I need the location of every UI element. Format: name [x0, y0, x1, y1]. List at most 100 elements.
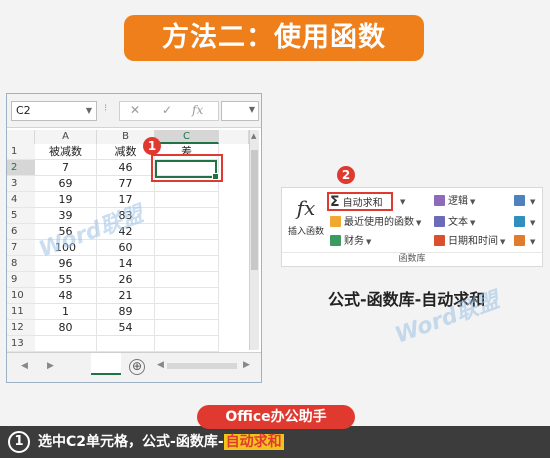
autosum-dropdown-icon[interactable]: ▼: [398, 194, 405, 210]
add-sheet-button[interactable]: ⊕: [129, 359, 145, 375]
name-box[interactable]: C2 ▼: [11, 101, 97, 121]
chevron-down-icon: ▼: [500, 238, 506, 246]
sheet-tab-bar: ◀ ▶ ⊕ ◀ ▶: [7, 352, 261, 382]
chevron-down-icon: ▼: [470, 219, 476, 227]
row-header[interactable]: 8: [7, 256, 35, 272]
cell-b8[interactable]: 14: [97, 256, 155, 272]
horizontal-scrollbar[interactable]: ◀ ▶: [157, 360, 253, 371]
cell-c12[interactable]: [155, 320, 219, 336]
cell-a13[interactable]: [35, 336, 97, 352]
cancel-icon[interactable]: ✕: [130, 103, 140, 117]
cell-b12[interactable]: 54: [97, 320, 155, 336]
cell-b13[interactable]: [97, 336, 155, 352]
math-book-icon: [514, 216, 525, 227]
cell-a3[interactable]: 69: [35, 176, 97, 192]
cell-a2[interactable]: 7: [35, 160, 97, 176]
more-functions-button[interactable]: ▼: [514, 234, 535, 250]
insert-function-button[interactable]: fx 插入函数: [284, 196, 328, 237]
row-header[interactable]: 12: [7, 320, 35, 336]
lookup-book-icon: [514, 195, 525, 206]
text-button[interactable]: 文本 ▼: [434, 215, 475, 231]
datetime-button[interactable]: 日期和时间 ▼: [434, 234, 505, 250]
row-header[interactable]: 10: [7, 288, 35, 304]
row-header[interactable]: 4: [7, 192, 35, 208]
financial-label: 财务: [344, 236, 364, 247]
row-header[interactable]: 11: [7, 304, 35, 320]
row-header[interactable]: 9: [7, 272, 35, 288]
cell-b2[interactable]: 46: [97, 160, 155, 176]
financial-button[interactable]: 财务 ▼: [330, 234, 371, 250]
cell-c4[interactable]: [155, 192, 219, 208]
more-book-icon: [514, 235, 525, 246]
column-header-a[interactable]: A: [35, 130, 97, 144]
cell-b3[interactable]: 77: [97, 176, 155, 192]
cell-c10[interactable]: [155, 288, 219, 304]
scroll-left-icon[interactable]: ◀: [157, 360, 164, 370]
financial-book-icon: [330, 235, 341, 246]
formula-bar: C2 ▼ ⁝ ✕ ✓ fx ▼: [7, 94, 261, 128]
step-highlight: 自动求和: [223, 434, 284, 450]
insert-function-icon[interactable]: fx: [192, 103, 203, 117]
row-header[interactable]: 2: [7, 160, 35, 176]
chevron-down-icon: ▼: [530, 198, 536, 206]
cell-c13[interactable]: [155, 336, 219, 352]
row-header[interactable]: 3: [7, 176, 35, 192]
cell-c9[interactable]: [155, 272, 219, 288]
chevron-down-icon: ▼: [416, 219, 422, 227]
logical-button[interactable]: 逻辑 ▼: [434, 194, 475, 210]
select-all-corner[interactable]: [7, 130, 35, 144]
row-header[interactable]: 1: [7, 144, 35, 160]
datetime-label: 日期和时间: [448, 236, 498, 247]
math-button[interactable]: ▼: [514, 215, 535, 231]
recent-functions-button[interactable]: 最近使用的函数 ▼: [330, 215, 421, 231]
h-scrollbar-thumb[interactable]: [167, 363, 237, 369]
step-number: 1: [8, 431, 30, 453]
fx-icon: fx: [296, 196, 316, 220]
cell-b9[interactable]: 26: [97, 272, 155, 288]
logical-book-icon: [434, 195, 445, 206]
step-instruction-bar: 1 选中C2单元格，公式-函数库- 自动求和: [0, 426, 550, 458]
cell-a4[interactable]: 19: [35, 192, 97, 208]
cell-c6[interactable]: [155, 224, 219, 240]
star-icon: [330, 216, 341, 227]
formula-buttons: ✕ ✓ fx: [119, 101, 219, 121]
cell-b11[interactable]: 89: [97, 304, 155, 320]
scroll-right-icon[interactable]: ▶: [243, 360, 250, 370]
cell-b7[interactable]: 60: [97, 240, 155, 256]
sheet-tab[interactable]: [91, 353, 121, 375]
separator-dots-icon: ⁝: [104, 103, 108, 114]
cell-c7[interactable]: [155, 240, 219, 256]
chevron-down-icon: ▼: [530, 219, 536, 227]
cell-a1[interactable]: 被减数: [35, 144, 97, 160]
column-header-blank[interactable]: [219, 130, 249, 144]
cell-c8[interactable]: [155, 256, 219, 272]
cell-c5[interactable]: [155, 208, 219, 224]
scrollbar-thumb[interactable]: [251, 150, 258, 270]
row-header[interactable]: 6: [7, 224, 35, 240]
step-text: 选中C2单元格，公式-函数库-: [38, 434, 224, 450]
cell-a9[interactable]: 55: [35, 272, 97, 288]
cell-c11[interactable]: [155, 304, 219, 320]
chevron-down-icon: ▼: [470, 198, 476, 206]
row-header[interactable]: 5: [7, 208, 35, 224]
vertical-scrollbar[interactable]: ▲: [249, 130, 259, 350]
row-header[interactable]: 7: [7, 240, 35, 256]
scroll-up-icon[interactable]: ▲: [251, 132, 256, 140]
row-header[interactable]: 13: [7, 336, 35, 352]
cell-a10[interactable]: 48: [35, 288, 97, 304]
chevron-down-icon: ▼: [530, 238, 536, 246]
enter-icon[interactable]: ✓: [162, 103, 172, 117]
cell-a11[interactable]: 1: [35, 304, 97, 320]
text-label: 文本: [448, 217, 468, 228]
function-library-group-label: 函数库: [282, 252, 542, 266]
cell-b10[interactable]: 21: [97, 288, 155, 304]
recent-functions-label: 最近使用的函数: [344, 217, 414, 228]
clock-book-icon: [434, 235, 445, 246]
formula-input[interactable]: ▼: [221, 101, 259, 121]
prev-sheet-icon[interactable]: ◀: [21, 361, 28, 371]
logical-label: 逻辑: [448, 196, 468, 207]
cell-a12[interactable]: 80: [35, 320, 97, 336]
next-sheet-icon[interactable]: ▶: [47, 361, 54, 371]
column-header-c[interactable]: C: [155, 130, 219, 144]
lookup-button[interactable]: ▼: [514, 194, 535, 210]
